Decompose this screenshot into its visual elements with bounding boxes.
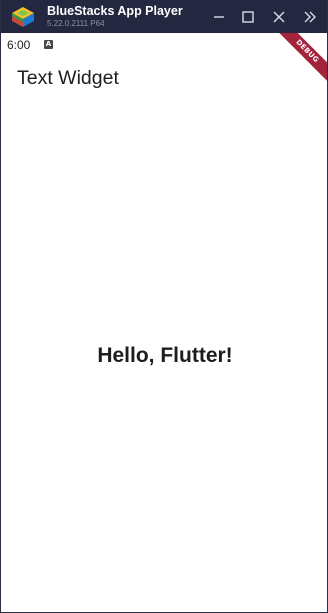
maximize-icon [242, 11, 254, 23]
hello-text: Hello, Flutter! [97, 344, 233, 367]
android-status-bar: 6:00 A [1, 33, 327, 57]
maximize-button[interactable] [238, 7, 258, 27]
appbar-title: Text Widget [17, 67, 119, 89]
window-titlebar[interactable]: BlueStacks App Player 5.22.0.2111 P64 [1, 0, 327, 33]
bluestacks-logo-icon [12, 7, 34, 27]
close-icon [273, 11, 285, 23]
close-button[interactable] [269, 7, 289, 27]
double-chevron-right-icon [304, 11, 316, 23]
minimize-button[interactable] [209, 7, 229, 27]
app-window: BlueStacks App Player 5.22.0.2111 P64 6:… [0, 0, 328, 613]
window-title: BlueStacks App Player [47, 4, 183, 18]
expand-sidebar-button[interactable] [300, 7, 320, 27]
window-version: 5.22.0.2111 P64 [47, 19, 105, 28]
keyboard-indicator-icon: A [44, 40, 53, 49]
minimize-icon [214, 16, 224, 18]
status-time: 6:00 [7, 38, 31, 52]
